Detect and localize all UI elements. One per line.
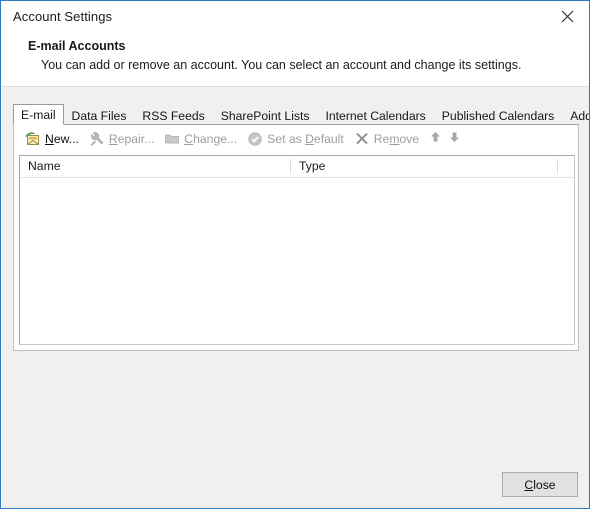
new-mail-account-icon [25,131,41,147]
tab-published-calendars[interactable]: Published Calendars [434,106,562,125]
tab-email[interactable]: E-mail [13,104,64,125]
change-account-label: Change... [184,131,238,146]
accounts-list[interactable]: Name Type [19,155,575,345]
tab-address-books[interactable]: Address Books [562,106,589,125]
tab-rss-feeds[interactable]: RSS Feeds [134,106,212,125]
arrow-down-icon [449,130,460,148]
repair-account-button[interactable]: Repair... [84,128,159,149]
column-header-name[interactable]: Name [20,156,291,177]
dialog-header: E-mail Accounts You can add or remove an… [2,30,589,86]
set-as-default-label: Set as Default [267,131,344,146]
move-up-button[interactable] [427,129,443,149]
new-account-label: New... [45,131,79,146]
arrow-up-icon [430,130,441,148]
page-title: E-mail Accounts [28,39,126,53]
new-account-button[interactable]: New... [20,128,84,149]
close-window-button[interactable] [545,2,589,30]
accounts-toolbar: New... Repair... Change... Set as Defaul… [14,125,578,152]
tab-sharepoint-lists[interactable]: SharePoint Lists [213,106,318,125]
account-settings-dialog: Account Settings E-mail Accounts You can… [0,0,590,509]
dialog-footer: Close [2,463,589,508]
window-title: Account Settings [13,8,113,24]
change-account-button[interactable]: Change... [159,128,242,149]
close-button[interactable]: Close [502,472,578,497]
accounts-list-rows[interactable] [20,178,574,344]
column-header-type[interactable]: Type [291,156,558,177]
close-button-label: Close [524,477,556,492]
dialog-body: E-mail Data Files RSS Feeds SharePoint L… [2,86,589,508]
remove-account-button[interactable]: Remove [349,128,424,149]
change-folder-icon [164,131,180,147]
email-tab-panel: New... Repair... Change... Set as Defaul… [13,124,579,351]
title-bar: Account Settings [2,2,589,30]
accounts-list-header: Name Type [20,156,574,178]
move-down-button[interactable] [446,129,462,149]
set-as-default-button[interactable]: Set as Default [242,128,349,149]
tab-data-files[interactable]: Data Files [64,106,135,125]
repair-account-label: Repair... [108,131,155,146]
page-subtitle: You can add or remove an account. You ca… [41,58,522,72]
close-icon [561,10,574,23]
repair-wrench-icon [89,131,105,147]
remove-x-icon [354,131,370,147]
remove-account-label: Remove [373,131,420,146]
check-circle-icon [247,131,263,147]
column-separator[interactable] [557,159,558,174]
tab-strip: E-mail Data Files RSS Feeds SharePoint L… [13,104,589,125]
tab-internet-calendars[interactable]: Internet Calendars [318,106,434,125]
